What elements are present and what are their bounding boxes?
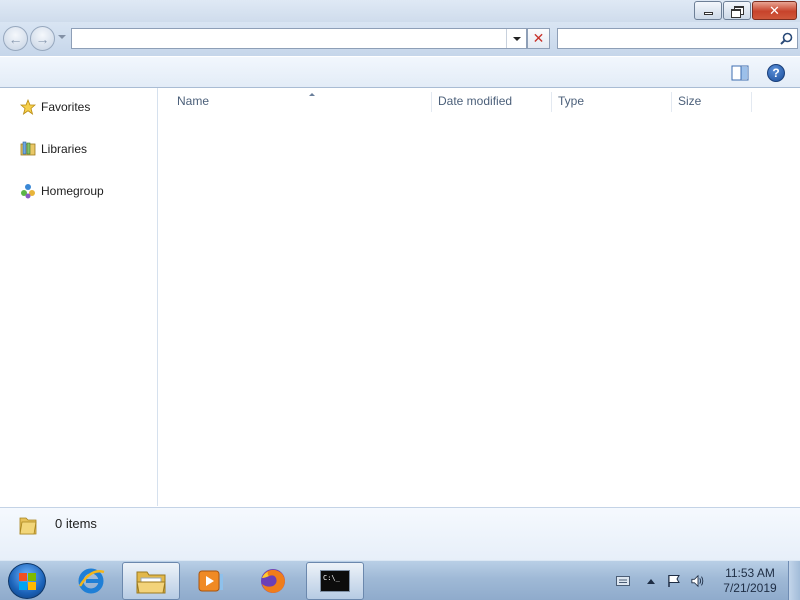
firefox-icon (261, 569, 285, 593)
forward-arrow-icon: → (35, 30, 50, 47)
command-prompt-icon: C:\_ (320, 570, 350, 592)
help-icon: ? (772, 66, 780, 80)
stop-button[interactable]: ✕ (527, 28, 550, 49)
windows-logo-icon (19, 573, 36, 590)
forward-button[interactable]: → (30, 26, 55, 51)
nav-item-libraries[interactable]: Libraries (19, 139, 87, 159)
homegroup-icon (19, 182, 37, 200)
show-hidden-icons-button[interactable] (644, 574, 658, 588)
windows-explorer-icon (136, 571, 166, 594)
nav-item-favorites[interactable]: Favorites (19, 97, 90, 117)
chevron-down-icon (512, 36, 521, 41)
star-icon (19, 98, 37, 116)
back-arrow-icon: ← (8, 30, 23, 47)
action-center-flag-icon[interactable] (667, 574, 681, 588)
window-titlebar[interactable]: ✕ (0, 0, 800, 22)
keyboard-icon[interactable] (616, 574, 630, 588)
start-button[interactable] (8, 563, 46, 599)
close-icon: ✕ (769, 3, 780, 18)
column-header-type[interactable]: Type (552, 92, 672, 112)
stop-icon: ✕ (532, 30, 545, 46)
taskbar-windows-explorer[interactable] (122, 562, 180, 600)
taskbar-command-prompt[interactable]: C:\_ (306, 562, 364, 600)
column-header-date-modified[interactable]: Date modified (432, 92, 552, 112)
system-clock[interactable]: 11:53 AM 7/21/2019 (718, 566, 782, 596)
item-count: 0 items (55, 516, 97, 531)
internet-explorer-icon (78, 568, 105, 594)
chevron-up-icon (647, 578, 655, 584)
restore-icon (731, 5, 744, 18)
taskbar-firefox[interactable] (244, 562, 302, 600)
details-pane: 0 items (0, 507, 800, 560)
minimize-button[interactable] (694, 1, 722, 20)
address-bar[interactable] (71, 28, 527, 49)
address-history-button[interactable] (506, 29, 526, 48)
help-button[interactable]: ? (767, 64, 785, 82)
nav-item-label: Libraries (41, 142, 88, 156)
caption-buttons: ✕ (693, 1, 797, 20)
navigation-pane: Favorites Libraries Homegroup (0, 88, 158, 506)
address-toolbar: ← → ✕ (0, 22, 800, 56)
taskbar: C:\_ 11:53 AM 7/21/2019 (0, 560, 800, 600)
volume-icon[interactable] (691, 574, 705, 588)
column-header-name[interactable]: Name (171, 92, 432, 112)
nav-item-label: Favorites (41, 100, 91, 114)
recent-pages-dropdown[interactable] (58, 35, 66, 39)
nav-item-homegroup[interactable]: Homegroup (19, 181, 104, 201)
restore-button[interactable] (723, 1, 751, 20)
taskbar-windows-media-player[interactable] (182, 562, 240, 600)
taskbar-internet-explorer[interactable] (62, 562, 120, 600)
column-header-size[interactable]: Size (672, 92, 752, 112)
search-icon[interactable] (780, 32, 793, 45)
show-desktop-button[interactable] (788, 561, 800, 600)
column-header-row: Name Date modified Type Size (159, 88, 800, 114)
search-input[interactable] (557, 28, 798, 49)
nav-item-label: Homegroup (41, 184, 104, 198)
file-list[interactable]: Name Date modified Type Size (159, 88, 800, 506)
sort-ascending-icon (309, 93, 315, 96)
preview-pane-icon[interactable] (731, 65, 749, 81)
close-button[interactable]: ✕ (752, 1, 797, 20)
libraries-icon (19, 140, 37, 158)
command-bar: ? (0, 56, 800, 88)
media-player-icon (198, 570, 223, 592)
clock-time: 11:53 AM (725, 566, 775, 580)
folder-icon (19, 517, 37, 535)
clock-date: 7/21/2019 (723, 581, 777, 595)
minimize-icon (703, 12, 713, 15)
back-button[interactable]: ← (3, 26, 28, 51)
